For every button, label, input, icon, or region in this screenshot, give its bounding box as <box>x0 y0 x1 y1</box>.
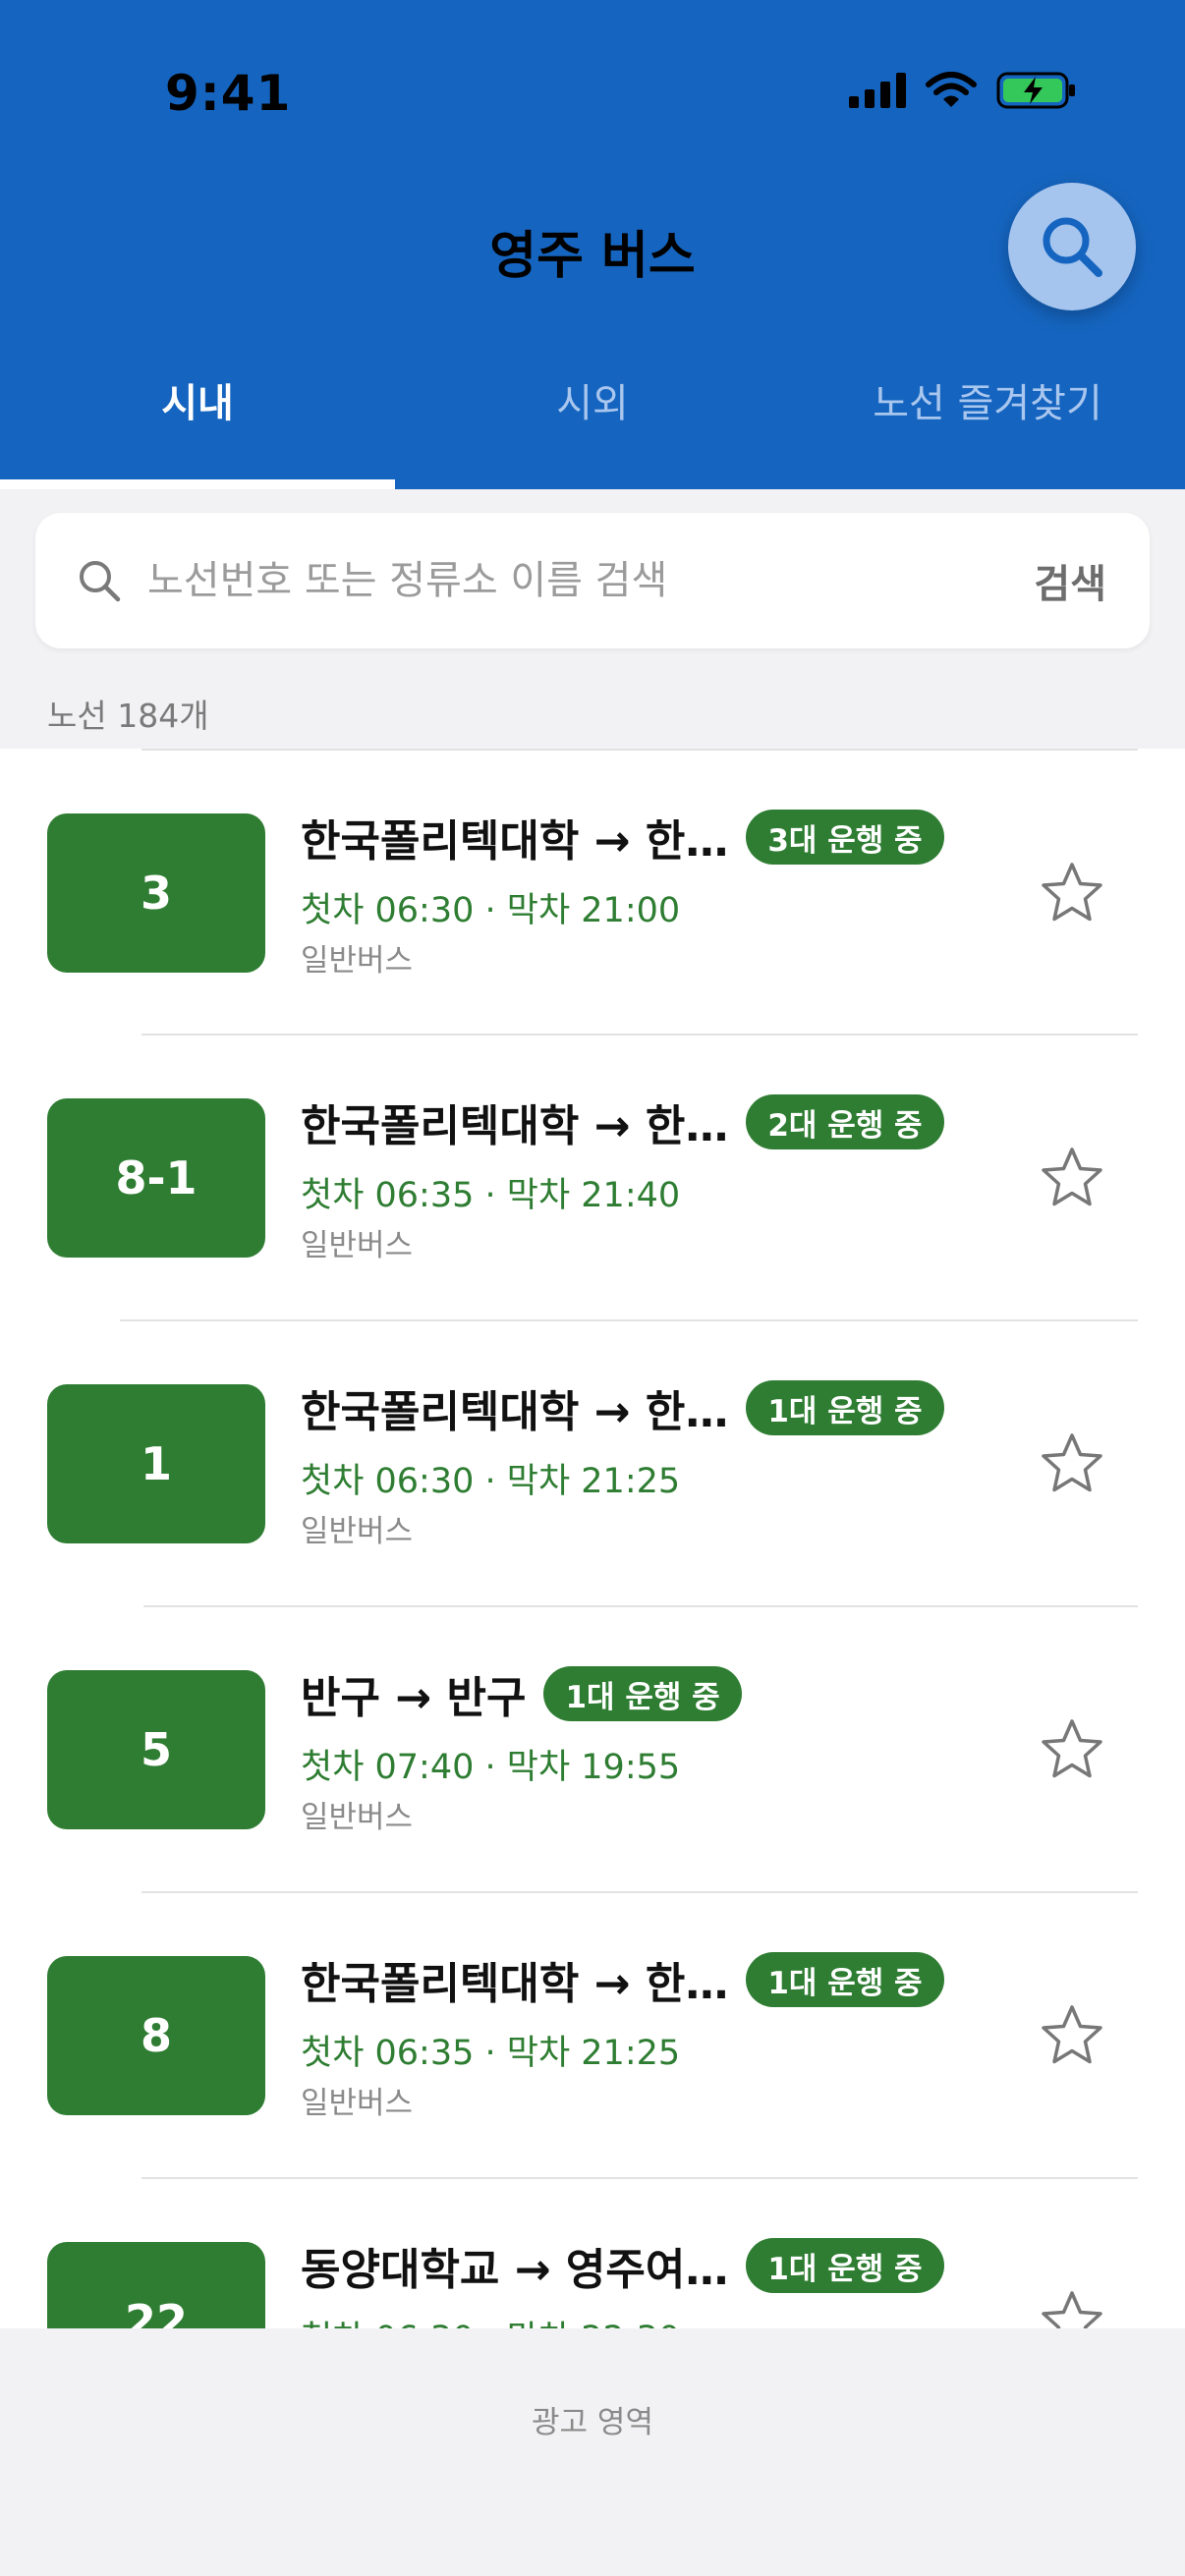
route-times: 첫차 07:40 · 막차 19:55 <box>301 1748 681 1787</box>
search-fab-button[interactable] <box>1008 183 1136 310</box>
favorite-star-icon[interactable] <box>1040 1431 1104 1496</box>
app-header: 9:41 영주 버스 시내 시외 노선 즐겨찾기 <box>0 0 1185 489</box>
route-count: 노선 184개 <box>47 697 209 735</box>
tab-bar: 시내 시외 노선 즐겨찾기 <box>0 371 1185 428</box>
route-row[interactable]: 3 한국폴리텍대학 → 한… 3대 운행 중 첫차 06:30 · 막차 21:… <box>0 749 1185 1035</box>
route-title: 한국폴리텍대학 → 한… 3대 운행 중 <box>301 806 944 868</box>
operation-status-badge: 1대 운행 중 <box>746 1380 944 1435</box>
route-name: 반구 → 반구 <box>301 1673 527 1723</box>
divider <box>120 1319 1138 1321</box>
search-input[interactable] <box>147 558 992 603</box>
search-bar: 검색 <box>35 513 1150 648</box>
route-name: 한국폴리텍대학 → 한… <box>301 1387 729 1437</box>
operation-status-badge: 1대 운행 중 <box>746 1952 944 2007</box>
status-time: 9:41 <box>165 65 292 122</box>
tab-intercity[interactable]: 시외 <box>395 371 790 428</box>
route-row[interactable]: 5 반구 → 반구 1대 운행 중 첫차 07:40 · 막차 19:55 일반… <box>0 1605 1185 1891</box>
signal-icon <box>849 73 906 108</box>
favorite-star-icon[interactable] <box>1040 1717 1104 1782</box>
route-number-badge: 5 <box>47 1670 265 1829</box>
tab-favorites[interactable]: 노선 즐겨찾기 <box>790 371 1185 428</box>
route-type: 일반버스 <box>301 2086 414 2121</box>
battery-icon <box>996 72 1075 109</box>
search-button[interactable]: 검색 <box>1034 552 1106 609</box>
operation-status-badge: 3대 운행 중 <box>746 810 944 865</box>
route-name: 동양대학교 → 영주여… <box>301 2245 729 2295</box>
route-title: 한국폴리텍대학 → 한… 2대 운행 중 <box>301 1091 944 1153</box>
favorite-star-icon[interactable] <box>1040 2003 1104 2068</box>
route-number-badge: 8 <box>47 1956 265 2115</box>
route-type: 일반버스 <box>301 1514 414 1549</box>
search-icon <box>1043 217 1102 277</box>
route-times: 첫차 06:30 · 막차 21:25 <box>301 1462 681 1501</box>
route-title: 반구 → 반구 1대 운행 중 <box>301 1662 742 1725</box>
route-number-badge: 3 <box>47 813 265 973</box>
route-number-badge: 8-1 <box>47 1098 265 1258</box>
divider <box>141 2177 1138 2179</box>
favorite-star-icon[interactable] <box>1040 861 1104 925</box>
route-row[interactable]: 22 동양대학교 → 영주여… 1대 운행 중 첫차 06:30 · 막차 22… <box>0 2177 1185 2330</box>
route-number-badge: 22 <box>47 2242 265 2330</box>
route-times: 첫차 06:30 · 막차 22:30 <box>301 2311 680 2330</box>
route-type: 일반버스 <box>301 1800 414 1835</box>
route-title: 한국폴리텍대학 → 한… 1대 운행 중 <box>301 1948 944 2011</box>
operation-status-badge: 1대 운행 중 <box>543 1666 742 1721</box>
route-row[interactable]: 8-1 한국폴리텍대학 → 한… 2대 운행 중 첫차 06:35 · 막차 2… <box>0 1034 1185 1319</box>
tab-indicator <box>0 479 395 489</box>
route-list: 3 한국폴리텍대학 → 한… 3대 운행 중 첫차 06:30 · 막차 21:… <box>0 749 1185 2330</box>
route-row[interactable]: 1 한국폴리텍대학 → 한… 1대 운행 중 첫차 06:30 · 막차 21:… <box>0 1319 1185 1605</box>
route-type: 일반버스 <box>301 943 414 979</box>
route-type: 일반버스 <box>301 1228 414 1263</box>
wifi-icon <box>926 72 977 107</box>
route-name: 한국폴리텍대학 → 한… <box>301 816 729 867</box>
route-number-badge: 1 <box>47 1384 265 1543</box>
route-times: 첫차 06:35 · 막차 21:40 <box>301 1176 681 1215</box>
route-title: 동양대학교 → 영주여… 1대 운행 중 <box>301 2234 944 2297</box>
favorite-star-icon[interactable] <box>1040 2289 1104 2330</box>
ad-label: 광고 영역 <box>532 2405 653 2440</box>
operation-status-badge: 2대 운행 중 <box>746 1094 944 1149</box>
route-times: 첫차 06:35 · 막차 21:25 <box>301 2034 681 2073</box>
search-icon <box>80 561 121 602</box>
route-name: 한국폴리텍대학 → 한… <box>301 1101 729 1151</box>
divider <box>141 749 1138 751</box>
route-title: 한국폴리텍대학 → 한… 1대 운행 중 <box>301 1376 944 1439</box>
app-title: 영주 버스 <box>489 227 696 286</box>
divider <box>141 1034 1138 1036</box>
ad-area[interactable]: 광고 영역 <box>0 2328 1185 2576</box>
tab-city[interactable]: 시내 <box>0 371 395 428</box>
favorite-star-icon[interactable] <box>1040 1146 1104 1210</box>
status-icons <box>849 71 1077 110</box>
route-row[interactable]: 8 한국폴리텍대학 → 한… 1대 운행 중 첫차 06:35 · 막차 21:… <box>0 1891 1185 2177</box>
route-name: 한국폴리텍대학 → 한… <box>301 1959 729 2009</box>
route-times: 첫차 06:30 · 막차 21:00 <box>301 891 681 930</box>
divider <box>141 1891 1138 1893</box>
operation-status-badge: 1대 운행 중 <box>746 2238 944 2293</box>
divider <box>143 1605 1138 1607</box>
